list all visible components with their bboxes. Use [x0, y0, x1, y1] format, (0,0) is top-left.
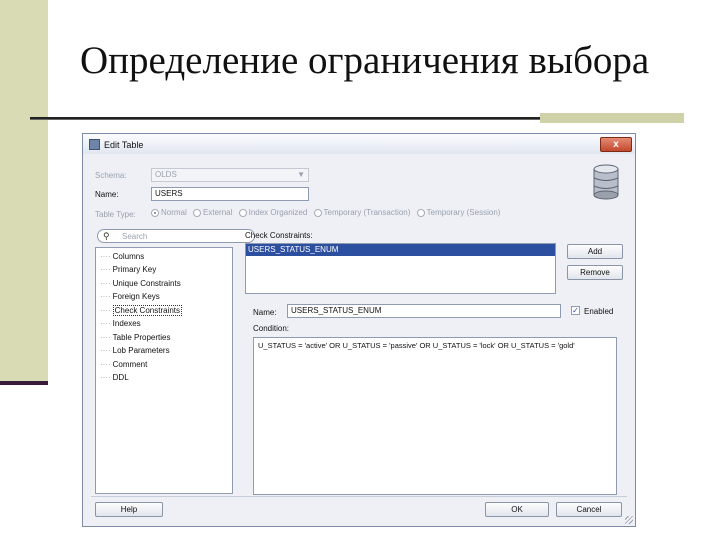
database-icon — [593, 164, 619, 200]
binoculars-icon: ⚲ — [103, 231, 110, 241]
enabled-checkbox[interactable]: ✓ — [571, 306, 580, 315]
footer-divider — [91, 496, 627, 497]
constraint-name-label: Name: — [253, 308, 277, 317]
radio-index-organized-label: Index Organized — [248, 208, 308, 218]
radio-normal[interactable] — [151, 208, 159, 217]
search-field[interactable]: ⚲ Search — [97, 229, 255, 243]
add-button[interactable]: Add — [567, 244, 623, 259]
chevron-down-icon: ▼ — [297, 170, 305, 179]
remove-button[interactable]: Remove — [567, 265, 623, 280]
radio-temporary-transaction-label: Temporary (Transaction) — [323, 208, 411, 218]
schema-value: OLDS — [155, 170, 177, 179]
resize-grip-icon[interactable] — [625, 516, 633, 524]
close-button[interactable]: x — [600, 137, 632, 152]
condition-textarea[interactable]: U_STATUS = 'active' OR U_STATUS = 'passi… — [253, 337, 617, 495]
ok-button[interactable]: OK — [485, 502, 549, 517]
enabled-label: Enabled — [584, 307, 614, 316]
tree-item-comment[interactable]: ···· Comment — [100, 359, 147, 371]
search-placeholder: Search — [122, 232, 148, 241]
radio-temporary-transaction[interactable] — [313, 208, 322, 217]
help-button[interactable]: Help — [95, 502, 163, 517]
radio-external[interactable] — [193, 208, 202, 217]
app-icon — [89, 139, 100, 150]
radio-temporary-session-label: Temporary (Session) — [426, 208, 501, 218]
tree-item-ddl[interactable]: ···· DDL — [100, 372, 129, 384]
table-name-input[interactable]: USERS — [151, 187, 309, 201]
slide-side-band — [0, 0, 48, 384]
radio-normal-label: Normal — [161, 208, 187, 218]
radio-external-label: External — [203, 208, 233, 218]
tree-item-unique-constraints[interactable]: ···· Unique Constraints — [100, 278, 181, 290]
tree-item-primary-key[interactable]: ···· Primary Key — [100, 264, 156, 276]
dialog-titlebar[interactable]: Edit Table x — [83, 134, 635, 154]
tree-item-table-properties[interactable]: ···· Table Properties — [100, 332, 170, 344]
check-constraints-list: USERS_STATUS_ENUM — [245, 243, 556, 294]
tree-item-foreign-keys[interactable]: ···· Foreign Keys — [100, 291, 160, 303]
list-item[interactable]: USERS_STATUS_ENUM — [246, 244, 555, 256]
edit-table-dialog: Edit Table x Schema: OLDS ▼ Name: USERS … — [82, 133, 636, 527]
table-type-label: Table Type: — [95, 210, 136, 219]
condition-label: Condition: — [253, 324, 290, 333]
radio-temporary-session[interactable] — [416, 208, 425, 217]
navigation-tree: ···· Columns ···· Primary Key ···· Unique C… — [95, 247, 233, 494]
title-underline-thin — [30, 119, 540, 120]
tree-item-check-constraints[interactable]: ···· Check Constraints — [100, 305, 183, 317]
schema-select[interactable]: OLDS ▼ — [151, 168, 309, 182]
tree-item-indexes[interactable]: ···· Indexes — [100, 318, 141, 330]
radio-index-organized[interactable] — [238, 208, 247, 217]
schema-label: Schema: — [95, 171, 127, 180]
slide-title: Определение ограничения выбора — [80, 39, 650, 82]
name-label: Name: — [95, 190, 119, 199]
dialog-title: Edit Table — [104, 140, 144, 150]
title-decoration-block — [540, 113, 684, 123]
slide-side-band-divider — [0, 381, 48, 385]
table-type-radio-group: Normal External Index Organized Temporar… — [151, 208, 504, 220]
tree-item-columns[interactable]: ···· Columns — [100, 251, 144, 263]
cancel-button[interactable]: Cancel — [556, 502, 622, 517]
check-constraints-label: Check Constraints: — [245, 231, 313, 240]
tree-item-lob-parameters[interactable]: ···· Lob Parameters — [100, 345, 170, 357]
constraint-name-input[interactable]: USERS_STATUS_ENUM — [287, 304, 561, 318]
